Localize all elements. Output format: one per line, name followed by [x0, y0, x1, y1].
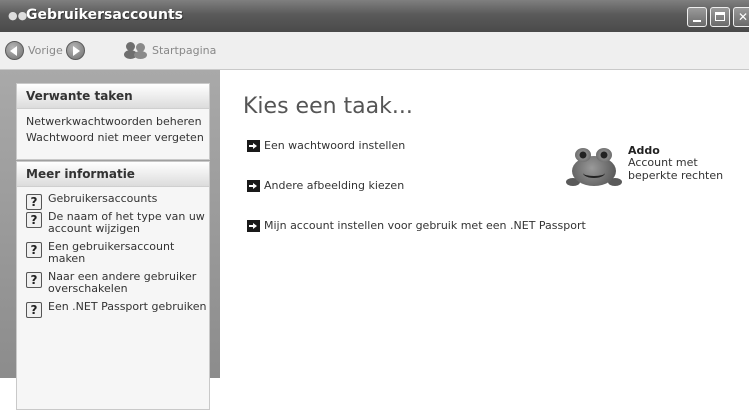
help-topic-label: De naam of het type van uw account wijzi… — [48, 210, 205, 235]
task-label: Andere afbeelding kiezen — [264, 179, 405, 192]
help-icon: ? — [26, 194, 42, 210]
help-icon: ? — [26, 212, 42, 228]
task-pane: Verwante taken Netwerkwachtwoorden beher… — [0, 70, 220, 410]
minimize-button[interactable] — [687, 7, 707, 27]
help-icon: ? — [26, 272, 42, 288]
maximize-icon — [711, 8, 729, 26]
help-topic-label: Een .NET Passport gebruiken — [48, 300, 207, 313]
related-task-link[interactable]: Netwerkwachtwoorden beheren — [17, 114, 209, 130]
related-tasks-panel: Verwante taken Netwerkwachtwoorden beher… — [16, 83, 210, 160]
arrow-right-icon — [247, 220, 260, 232]
forward-arrow-icon[interactable] — [66, 41, 85, 60]
arrow-right-icon — [247, 140, 260, 152]
help-topic-label: Naar een andere gebruiker overschakelen — [48, 270, 197, 295]
help-topic-label: Gebruikersaccounts — [48, 192, 158, 205]
close-icon: ✕ — [737, 10, 749, 24]
help-icon: ? — [26, 242, 42, 258]
help-icon: ? — [26, 302, 42, 318]
page-title: Kies een taak... — [243, 94, 413, 119]
help-topic-link[interactable]: ? Een .NET Passport gebruiken — [17, 300, 209, 318]
navigation-toolbar: Vorige Startpagina — [0, 32, 749, 70]
task-label: Mijn account instellen voor gebruik met … — [264, 219, 586, 232]
maximize-button[interactable] — [710, 7, 730, 27]
help-topic-link[interactable]: ? Een gebruikersaccount maken — [17, 241, 209, 265]
help-topic-link[interactable]: ? Gebruikersaccounts — [17, 192, 209, 210]
help-topic-link[interactable]: ? De naam of het type van uw account wij… — [17, 211, 209, 235]
minimize-icon — [688, 8, 706, 26]
task-label: Een wachtwoord instellen — [264, 139, 406, 152]
help-topic-link[interactable]: ? Naar een andere gebruiker overschakele… — [17, 271, 209, 295]
title-bar: ●● Gebruikersaccounts ✕ — [0, 0, 749, 32]
help-topic-label: Een gebruikersaccount maken — [48, 240, 175, 265]
home-button[interactable]: Startpagina — [152, 44, 216, 57]
home-users-icon[interactable] — [124, 42, 148, 59]
arrow-right-icon — [247, 180, 260, 192]
more-info-title: Meer informatie — [17, 162, 209, 187]
user-accounts-icon: ●● — [8, 9, 28, 22]
close-button[interactable]: ✕ — [733, 7, 749, 27]
frog-icon — [566, 144, 622, 188]
account-type: Account met beperkte rechten — [628, 156, 724, 182]
back-arrow-icon[interactable] — [5, 41, 24, 60]
window-title: Gebruikersaccounts — [26, 7, 183, 23]
back-button[interactable]: Vorige — [28, 44, 63, 57]
related-task-link[interactable]: Wachtwoord niet meer vergeten — [17, 130, 209, 146]
more-info-panel: Meer informatie ? Gebruikersaccounts ? D… — [16, 161, 210, 410]
related-tasks-title: Verwante taken — [17, 84, 209, 109]
